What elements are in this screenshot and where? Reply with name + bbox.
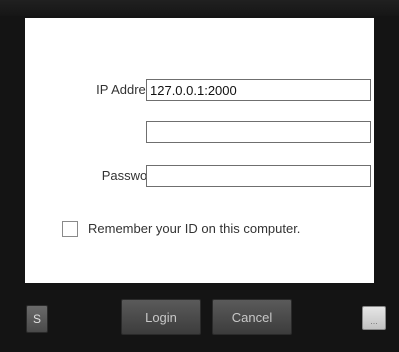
login-button-label: Login [145, 309, 177, 325]
remember-id-label: Remember your ID on this computer. [88, 221, 301, 236]
more-options-button[interactable]: ... [362, 306, 386, 330]
login-dialog: IP Address : ID : Password : Remember yo… [0, 0, 399, 352]
id-input[interactable] [146, 121, 371, 143]
ip-address-input[interactable] [146, 79, 371, 101]
title-bar [0, 0, 399, 16]
s-button[interactable]: S [26, 305, 48, 333]
password-input[interactable] [146, 165, 371, 187]
s-button-label: S [32, 312, 41, 326]
cancel-button-label: Cancel [231, 309, 273, 325]
login-button[interactable]: Login [121, 299, 201, 335]
remember-id-checkbox[interactable] [62, 221, 78, 237]
ellipsis-icon: ... [370, 316, 378, 326]
login-form-panel: IP Address : ID : Password : Remember yo… [25, 18, 374, 283]
cancel-button[interactable]: Cancel [212, 299, 292, 335]
